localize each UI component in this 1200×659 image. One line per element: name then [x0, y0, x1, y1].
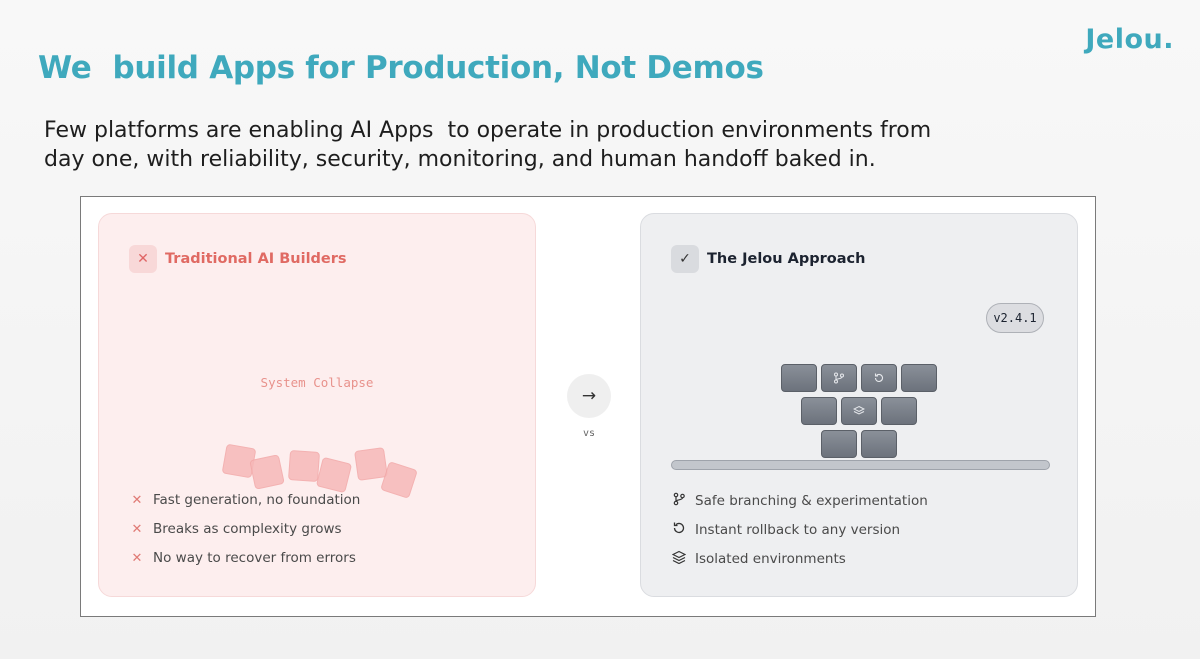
foundation-platform [671, 460, 1050, 470]
x-icon: ✕ [131, 521, 143, 537]
page-title: We build Apps for Production, Not Demos [38, 50, 764, 86]
collapsed-block [315, 456, 353, 494]
vs-label: vs [582, 428, 596, 439]
stack-block [861, 430, 897, 458]
feature-text: Instant rollback to any version [695, 522, 901, 538]
system-collapse-label: System Collapse [260, 375, 374, 390]
rollback-icon [671, 521, 687, 539]
page-subtitle: Few platforms are enabling AI Apps to op… [44, 118, 932, 172]
arrow-right-icon: → [567, 374, 611, 418]
feature-text: Isolated environments [695, 551, 846, 567]
rollback-icon [861, 364, 897, 392]
feature-text: Breaks as complexity grows [153, 521, 342, 537]
traditional-builders-card: ✕ Traditional AI Builders System Collaps… [98, 213, 536, 597]
feature-item: Safe branching & experimentation [671, 492, 928, 510]
collapsed-block [287, 449, 321, 483]
card-header: ✓ The Jelou Approach [671, 245, 865, 273]
jelou-approach-card: ✓ The Jelou Approach v2.4.1 Safe branchi… [640, 213, 1078, 597]
feature-item: Isolated environments [671, 550, 846, 568]
version-badge: v2.4.1 [986, 303, 1044, 333]
stack-block [821, 430, 857, 458]
feature-item: Instant rollback to any version [671, 521, 900, 539]
comparison-frame: ✕ Traditional AI Builders System Collaps… [80, 196, 1096, 617]
jelou-logo: Jelou. [1085, 24, 1174, 55]
branch-icon [821, 364, 857, 392]
stack-block [781, 364, 817, 392]
feature-item: ✕ Breaks as complexity grows [129, 521, 342, 537]
card-title: The Jelou Approach [707, 251, 866, 267]
feature-text: Fast generation, no foundation [153, 492, 361, 508]
stack-block [801, 397, 837, 425]
x-icon: ✕ [131, 550, 143, 566]
feature-text: Safe branching & experimentation [695, 493, 928, 509]
feature-text: No way to recover from errors [153, 550, 356, 566]
x-icon: ✕ [129, 245, 157, 273]
collapsed-block [354, 447, 388, 481]
stack-block [901, 364, 937, 392]
card-header: ✕ Traditional AI Builders [129, 245, 347, 273]
x-icon: ✕ [131, 492, 143, 508]
branch-icon [671, 492, 687, 510]
layers-icon [841, 397, 877, 425]
check-icon: ✓ [671, 245, 699, 273]
feature-item: ✕ No way to recover from errors [129, 550, 356, 566]
card-title: Traditional AI Builders [165, 251, 347, 267]
collapsed-block [249, 454, 285, 490]
feature-item: ✕ Fast generation, no foundation [129, 492, 361, 508]
layers-icon [671, 550, 687, 568]
stack-block [881, 397, 917, 425]
